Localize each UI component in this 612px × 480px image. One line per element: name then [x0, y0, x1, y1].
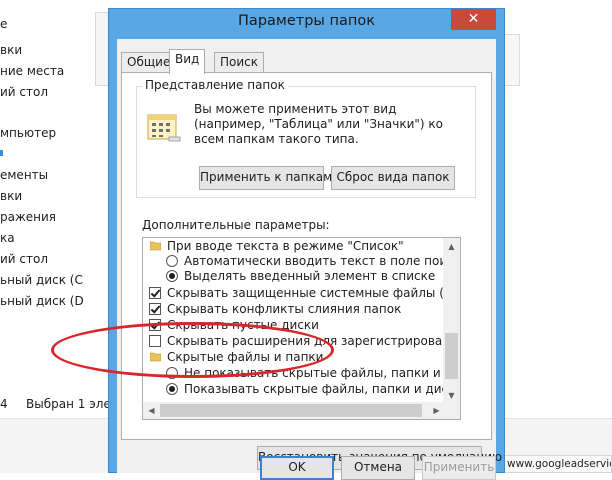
folder-options-dialog: Параметры папок ✕ Общие Вид Поиск Предст…	[108, 8, 505, 480]
nav-item[interactable]: вки	[0, 187, 22, 205]
list-item-label: Скрывать пустые диски	[167, 318, 319, 332]
list-item-label: Скрывать расширения для зарегистрированн…	[167, 334, 460, 348]
dialog-title: Параметры папок	[238, 13, 375, 29]
dialog-titlebar[interactable]: Параметры папок ✕	[109, 9, 504, 38]
nav-item[interactable]: мпьютер	[0, 124, 56, 142]
radio-button[interactable]	[166, 270, 178, 282]
view-tab-page: Представление папок Вы можете применить …	[121, 72, 502, 470]
list-item-label: Скрывать конфликты слияния папок	[167, 302, 402, 316]
reset-folders-button[interactable]: Сброс вида папок	[331, 166, 455, 190]
folder-views-description: Вы можете применить этот вид (например, …	[194, 102, 443, 146]
radio-button[interactable]	[166, 367, 178, 379]
nav-item[interactable]: вки	[0, 41, 22, 59]
horizontal-scroll-thumb[interactable]	[160, 404, 422, 417]
nav-item[interactable]: е	[0, 15, 7, 33]
close-button[interactable]: ✕	[451, 9, 496, 30]
scroll-left-arrow-icon[interactable]: ◀	[143, 402, 160, 419]
nav-item[interactable]: ражения	[0, 208, 56, 226]
apply-button[interactable]: Применить	[422, 456, 496, 480]
checkbox[interactable]	[149, 287, 161, 299]
radio-button[interactable]	[166, 255, 178, 267]
nav-selection-marker	[0, 150, 3, 156]
folder-views-group: Представление папок Вы можете применить …	[136, 78, 476, 198]
list-item-label: Автоматически вводить текст в поле поиск…	[184, 254, 461, 268]
folder-view-icon	[147, 114, 181, 142]
tab-search[interactable]: Поиск	[214, 52, 265, 73]
list-item-label: Скрывать защищенные системные файлы (рек…	[167, 286, 460, 300]
tab-view[interactable]: Вид	[169, 49, 206, 74]
folder-icon	[150, 241, 161, 251]
ok-button[interactable]: OK	[260, 456, 334, 480]
nav-item[interactable]: ка	[0, 229, 15, 247]
folder-views-title: Представление папок	[142, 78, 288, 92]
folder-icon	[150, 352, 161, 362]
apply-to-folders-button[interactable]: Применить к папкам	[199, 166, 332, 190]
horizontal-scrollbar[interactable]: ◀ ▶	[143, 402, 445, 419]
list-item-label: При вводе текста в режиме "Список"	[167, 239, 404, 253]
checkbox[interactable]	[149, 319, 161, 331]
cancel-button[interactable]: Отмена	[341, 456, 415, 480]
list-item-label: Скрытые файлы и папки	[167, 350, 324, 364]
checkbox[interactable]	[149, 303, 161, 315]
checkbox[interactable]	[149, 335, 161, 347]
nav-item[interactable]: ьный диск (D	[0, 292, 84, 310]
advanced-settings-list[interactable]: При вводе текста в режиме "Список" Автом…	[142, 237, 461, 420]
url-text: www.googleadservices	[502, 455, 612, 473]
nav-item[interactable]: ьный диск (C	[0, 271, 83, 289]
scrollbar-corner	[443, 402, 460, 419]
close-icon: ✕	[467, 11, 480, 27]
advanced-settings-label: Дополнительные параметры:	[142, 218, 330, 232]
nav-item[interactable]: ементы	[0, 166, 48, 184]
dialog-client: Общие Вид Поиск Представление папок Вы м…	[117, 39, 502, 480]
list-item-label: Показывать скрытые файлы, папки и диски	[184, 382, 461, 396]
list-item-label: Не показывать скрытые файлы, папки и дис…	[184, 366, 461, 380]
vertical-scrollbar[interactable]: ▲ ▼	[443, 238, 460, 404]
file-thumbnail[interactable]	[95, 12, 109, 86]
scroll-up-arrow-icon[interactable]: ▲	[443, 238, 460, 255]
vertical-scroll-thumb[interactable]	[445, 333, 458, 379]
nav-item[interactable]: ий стол	[0, 250, 48, 268]
nav-item[interactable]: ние места	[0, 62, 64, 80]
list-item-label: Выделять введенный элемент в списке	[184, 269, 436, 283]
status-item-count: 4	[0, 397, 8, 411]
nav-item[interactable]: ий стол	[0, 83, 48, 101]
radio-button[interactable]	[166, 383, 178, 395]
file-thumbnail[interactable]	[504, 34, 520, 86]
